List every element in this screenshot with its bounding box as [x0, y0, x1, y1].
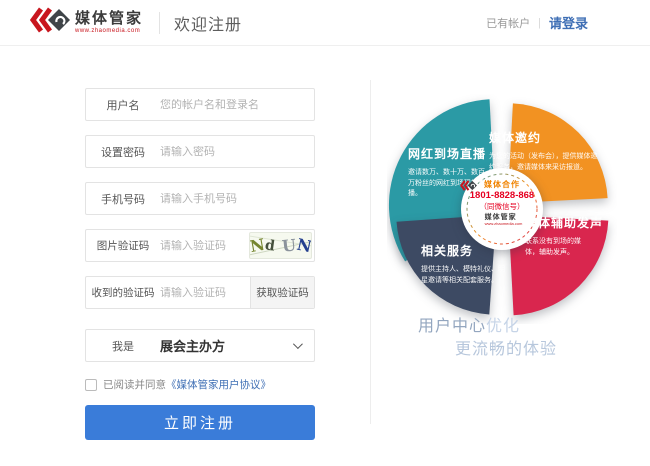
- have-account-label: 已有帐户: [486, 15, 530, 31]
- pie-center-content: 媒体合作 1801-8828-868 （同微信号）: [460, 180, 544, 226]
- image-captcha-row: 图片验证码 N d U N: [85, 229, 315, 262]
- registration-page: 媒体管家 www.zhaomedia.com 欢迎注册 已有帐户 | 请登录 用…: [0, 0, 650, 466]
- tagline-line2: 更流畅的体验: [455, 335, 557, 359]
- phone-row: 手机号码: [85, 182, 315, 215]
- registration-form: 用户名 设置密码 手机号码 图片验证码 N d U N: [85, 88, 315, 440]
- segment-title: 网红到场直播: [408, 145, 488, 162]
- center-brand-title: 媒体管家: [485, 214, 517, 221]
- role-label: 我是: [86, 338, 160, 354]
- captcha-letter: N: [295, 235, 312, 257]
- username-input[interactable]: [160, 99, 314, 111]
- segment-desc: 为您的活动（发布会），提供媒体邀约服务，邀请媒体来采访报道。: [489, 152, 599, 173]
- header-divider: [159, 12, 160, 34]
- wechat-note: （同微信号）: [460, 202, 544, 211]
- captcha-letter: d: [264, 237, 276, 254]
- agreement-checkbox[interactable]: [85, 379, 97, 391]
- get-code-button[interactable]: 获取验证码: [250, 277, 314, 308]
- tagline-line1: 用户中心优化: [418, 312, 520, 336]
- segment-media-invite: 媒体邀约 为您的活动（发布会），提供媒体邀约服务，邀请媒体来采访报道。: [489, 129, 599, 173]
- logo-chevron-diamond-icon: [30, 7, 70, 38]
- password-input[interactable]: [160, 146, 314, 158]
- agreement-text: 已阅读并同意《媒体管家用户协议》: [103, 377, 271, 392]
- phone-input[interactable]: [160, 193, 314, 205]
- center-brand: 媒体管家 www.zhaomedia.com: [460, 214, 544, 226]
- password-row: 设置密码: [85, 135, 315, 168]
- sms-code-label: 收到的验证码: [86, 285, 160, 300]
- header-right-separator: |: [538, 17, 541, 29]
- agreement-row: 已阅读并同意《媒体管家用户协议》: [85, 377, 315, 392]
- main-content: 用户名 设置密码 手机号码 图片验证码 N d U N: [0, 46, 650, 466]
- logo[interactable]: 媒体管家 www.zhaomedia.com: [30, 7, 143, 38]
- phone-label: 手机号码: [86, 191, 160, 207]
- header-right: 已有帐户 | 请登录: [486, 0, 588, 45]
- center-brand-url: www.zhaomedia.com: [485, 222, 523, 226]
- segment-title: 相关服务: [421, 242, 507, 259]
- password-label: 设置密码: [86, 144, 160, 160]
- register-button[interactable]: 立即注册: [85, 405, 315, 440]
- image-captcha-label: 图片验证码: [86, 238, 160, 253]
- segment-desc: 提供主持人、模特礼仪、明星邀请等相关配套服务。: [421, 265, 507, 286]
- sms-code-row: 收到的验证码 获取验证码: [85, 276, 315, 309]
- contact-phone: 1801-8828-868: [460, 190, 544, 202]
- segment-title: 媒体邀约: [489, 129, 599, 146]
- agreement-link[interactable]: 《媒体管家用户协议》: [166, 379, 271, 391]
- role-value: 展会主办方: [160, 336, 314, 355]
- services-pie-diagram: 网红到场直播 邀请数万、数十万、数百万粉丝的网红到场现场直播。 媒体邀约 为您的…: [387, 94, 617, 324]
- username-label: 用户名: [86, 97, 160, 113]
- segment-related-services: 相关服务 提供主持人、模特礼仪、明星邀请等相关配套服务。: [421, 242, 507, 286]
- segment-desc: 联系没有到场的媒体，辅助发声。: [525, 237, 591, 258]
- captcha-image[interactable]: N d U N: [249, 232, 312, 259]
- logo-title: 媒体管家: [75, 11, 143, 26]
- username-row: 用户名: [85, 88, 315, 121]
- login-link[interactable]: 请登录: [549, 13, 588, 32]
- page-title: 欢迎注册: [174, 11, 242, 35]
- role-select[interactable]: 我是 展会主办方: [85, 329, 315, 362]
- promo-panel: 网红到场直播 邀请数万、数十万、数百万粉丝的网红到场现场直播。 媒体邀约 为您的…: [371, 46, 650, 466]
- logo-url: www.zhaomedia.com: [75, 28, 143, 34]
- header: 媒体管家 www.zhaomedia.com 欢迎注册 已有帐户 | 请登录: [0, 0, 650, 46]
